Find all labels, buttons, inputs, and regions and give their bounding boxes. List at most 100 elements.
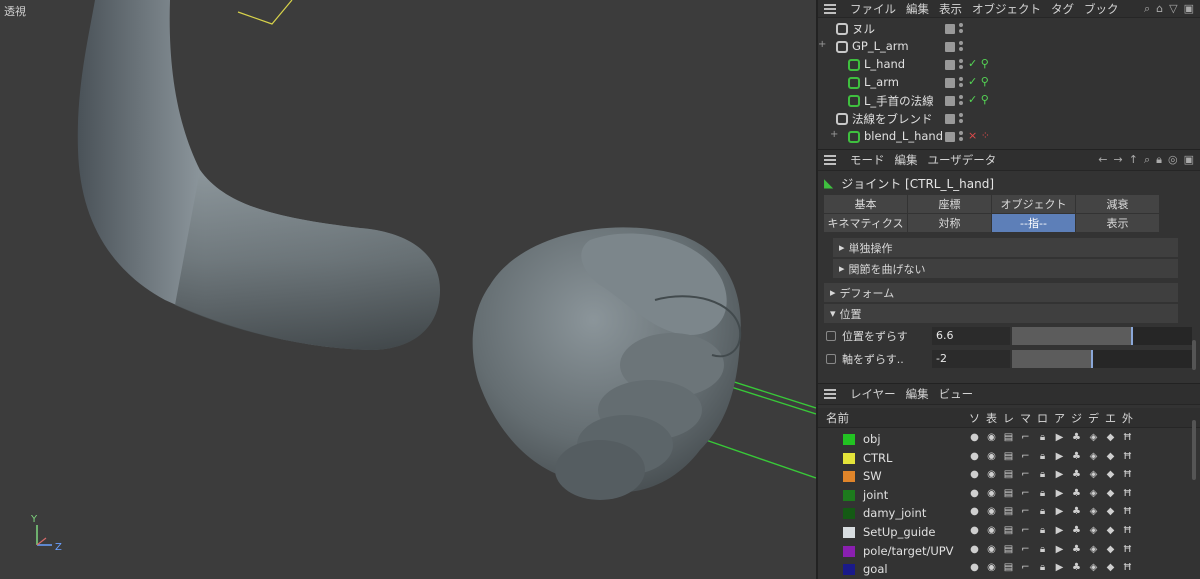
layer-flag-toggle-icon[interactable]: ▤ [1000,544,1017,555]
layer-checkbox[interactable] [945,78,955,88]
layer-flag-toggle-icon[interactable]: ⌐ [1017,432,1034,443]
attribute-tab[interactable]: 座標 [908,195,991,213]
expand-icon[interactable]: + [818,39,826,50]
hamburger-icon[interactable] [824,155,836,165]
layer-name[interactable]: goal [863,562,888,576]
hamburger-icon[interactable] [824,3,836,14]
layer-flag-toggle-icon[interactable]: ▶ [1051,432,1068,443]
layer-color-swatch[interactable] [843,452,855,464]
lock-icon[interactable]: 🔒︎ [1156,153,1162,167]
layer-flag-toggle-icon[interactable]: ⌐ [1017,488,1034,499]
layer-flag-toggle-icon[interactable]: ▶ [1051,525,1068,536]
forward-arrow-icon[interactable]: → [1114,153,1123,167]
hamburger-icon[interactable] [824,389,836,399]
layer-flag-toggle-icon[interactable]: ● [966,544,983,555]
object-name[interactable]: blend_L_hand [864,129,943,143]
layer-flag-toggle-icon[interactable]: ♣ [1068,544,1085,555]
layer-flag-toggle-icon[interactable]: ♣ [1068,469,1085,480]
layer-flag-toggle-icon[interactable]: Ħ [1119,544,1136,555]
attribute-tab[interactable]: 減衰 [1076,195,1159,213]
layer-checkbox[interactable] [945,60,955,70]
layer-flag-toggle-icon[interactable]: 🔒︎ [1034,432,1051,443]
layer-flag-toggle-icon[interactable]: ◈ [1085,469,1102,480]
layer-flag-toggle-icon[interactable]: ⌐ [1017,469,1034,480]
attribute-tab[interactable]: 基本 [824,195,907,213]
attribute-tab[interactable]: 対称 [908,214,991,232]
group-no-bend[interactable]: ▸ 関節を曲げない [833,259,1178,278]
menu-edit[interactable]: 編集 [906,1,929,17]
visibility-dots-icon[interactable] [959,59,963,71]
layer-row[interactable]: damy_joint ● ◉ ▤ ⌐ 🔒︎ ▶ ♣ ◈ ◆ Ħ [818,504,1200,523]
layer-flag-header[interactable]: エ [1102,410,1119,426]
layer-flag-toggle-icon[interactable]: ▤ [1000,451,1017,462]
layer-flag-toggle-icon[interactable]: ♣ [1068,506,1085,517]
layer-flag-toggle-icon[interactable]: ♣ [1068,451,1085,462]
layer-flag-toggle-icon[interactable]: ▶ [1051,506,1068,517]
3d-viewport[interactable]: 透視 Y Z [0,0,816,579]
back-arrow-icon[interactable]: ← [1098,153,1107,167]
object-row[interactable]: L_arm ✓ ⚲ [818,74,1200,92]
visibility-dots-icon[interactable] [959,95,963,107]
layer-flag-toggle-icon[interactable]: ◆ [1102,432,1119,443]
layer-checkbox[interactable] [945,24,955,34]
layer-flag-toggle-icon[interactable]: ▶ [1051,562,1068,573]
layer-name[interactable]: pole/target/UPV [863,544,954,558]
object-row[interactable]: ヌル [818,20,1200,38]
layer-row[interactable]: goal ● ◉ ▤ ⌐ 🔒︎ ▶ ♣ ◈ ◆ Ħ [818,560,1200,579]
layer-flag-toggle-icon[interactable]: ◆ [1102,488,1119,499]
layer-color-swatch[interactable] [843,508,855,520]
layer-flag-toggle-icon[interactable]: ▤ [1000,469,1017,480]
object-tags[interactable]: × ⁘ [968,129,990,142]
layer-checkbox[interactable] [945,96,955,106]
layer-checkbox[interactable] [945,42,955,52]
layer-flag-toggle-icon[interactable]: Ħ [1119,432,1136,443]
layer-flag-toggle-icon[interactable]: 🔒︎ [1034,506,1051,517]
layer-flag-toggle-icon[interactable]: ⌐ [1017,562,1034,573]
layer-flag-toggle-icon[interactable]: Ħ [1119,469,1136,480]
layer-flag-toggle-icon[interactable]: Ħ [1119,525,1136,536]
layer-flag-toggle-icon[interactable]: Ħ [1119,506,1136,517]
layer-flag-toggle-icon[interactable]: ● [966,451,983,462]
layer-flag-toggle-icon[interactable]: ◈ [1085,488,1102,499]
layer-flag-header[interactable]: マ [1017,410,1034,426]
keyframe-icon[interactable] [826,353,836,364]
up-arrow-icon[interactable]: ↑ [1129,153,1138,167]
param-value-field[interactable]: -2 [932,349,1010,368]
home-icon[interactable]: ⌂ [1156,2,1163,16]
layer-flag-toggle-icon[interactable]: ▶ [1051,469,1068,480]
object-name[interactable]: L_hand [864,57,905,71]
layer-flag-toggle-icon[interactable]: ◉ [983,488,1000,499]
layer-flag-toggle-icon[interactable]: ♣ [1068,432,1085,443]
visibility-dots-icon[interactable] [959,41,963,53]
object-row[interactable]: 法線をブレンド [818,110,1200,128]
layer-flag-toggle-icon[interactable]: ▤ [1000,562,1017,573]
layer-flag-header[interactable]: 外 [1119,410,1136,426]
layer-row[interactable]: obj ● ◉ ▤ ⌐ 🔒︎ ▶ ♣ ◈ ◆ Ħ [818,430,1200,449]
search-icon[interactable]: ⌕ [1144,2,1150,16]
menu-object[interactable]: オブジェクト [972,1,1041,17]
target-icon[interactable]: ◎ [1168,153,1178,167]
layer-flag-toggle-icon[interactable]: ◈ [1085,451,1102,462]
layer-color-swatch[interactable] [843,526,855,538]
visibility-dots-icon[interactable] [959,113,963,125]
layer-flag-header[interactable]: ソ [966,410,983,426]
layer-color-swatch[interactable] [843,545,855,557]
layer-name[interactable]: SetUp_guide [863,525,936,539]
layer-flag-toggle-icon[interactable]: ♣ [1068,488,1085,499]
layer-flag-toggle-icon[interactable]: ◉ [983,562,1000,573]
layer-row[interactable]: joint ● ◉ ▤ ⌐ 🔒︎ ▶ ♣ ◈ ◆ Ħ [818,486,1200,505]
layer-flag-toggle-icon[interactable]: Ħ [1119,488,1136,499]
filter-icon[interactable]: ▽ [1169,2,1177,16]
object-tags[interactable]: ✓ ⚲ [968,93,989,106]
layer-flag-toggle-icon[interactable]: 🔒︎ [1034,488,1051,499]
layer-flag-toggle-icon[interactable]: ▤ [1000,432,1017,443]
layer-flag-toggle-icon[interactable]: ▶ [1051,544,1068,555]
layer-name[interactable]: obj [863,432,881,446]
layer-name[interactable]: CTRL [863,451,892,465]
layer-flag-toggle-icon[interactable]: ◈ [1085,432,1102,443]
object-name[interactable]: GP_L_arm [852,39,909,53]
expand-icon[interactable]: + [830,129,838,140]
layer-flag-toggle-icon[interactable]: ▤ [1000,525,1017,536]
layer-flag-header[interactable]: ア [1051,410,1068,426]
menu-edit[interactable]: 編集 [895,152,918,168]
